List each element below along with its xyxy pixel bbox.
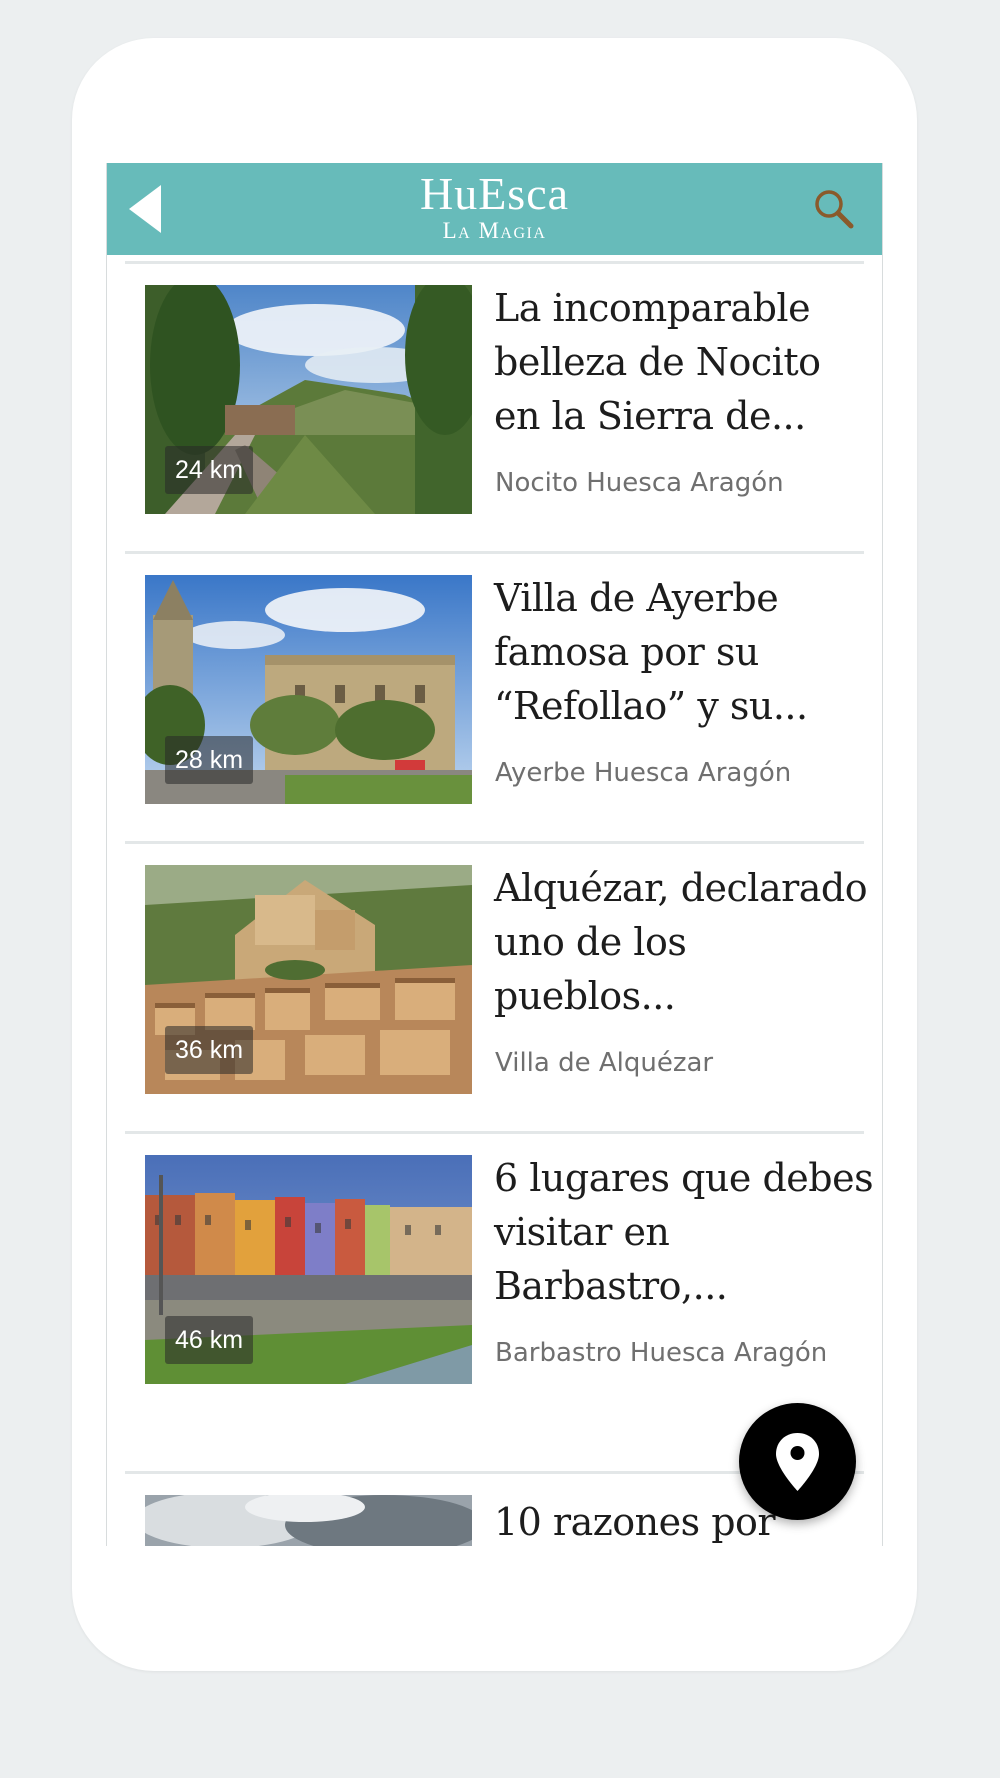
article-location: Barbastro Huesca Aragón (495, 1338, 828, 1368)
article-thumbnail: 24 km (145, 285, 472, 514)
search-button[interactable] (810, 185, 858, 233)
distance-badge: 24 km (165, 446, 254, 494)
article-location: Villa de Alquézar (495, 1048, 714, 1078)
list-divider (125, 551, 864, 554)
map-location-button[interactable] (739, 1403, 856, 1520)
article-title: Alquézar, declarado uno de los pueblos..… (494, 866, 868, 1018)
article-thumbnail: 46 km (145, 1155, 472, 1384)
article-title: 6 lugares que debes visitar en Barbastro… (494, 1156, 874, 1308)
article-title: La incomparable belleza de Nocito en la … (494, 286, 821, 438)
app-header: HuEsca La Magia (107, 163, 882, 255)
article-location: Nocito Huesca Aragón (495, 468, 784, 498)
list-divider (125, 1131, 864, 1134)
list-item[interactable]: 28 km Villa de Ayerbe famosa por su “Ref… (107, 575, 882, 835)
app-screen: HuEsca La Magia 24 km La incomparable be… (106, 163, 883, 1546)
article-title: Villa de Ayerbe famosa por su “Refollao”… (494, 576, 808, 728)
article-thumbnail: 36 km (145, 865, 472, 1094)
logo-sub-text: La Magia (442, 218, 547, 243)
logo-main-text: HuEsca (419, 168, 570, 219)
article-thumbnail: 28 km (145, 575, 472, 804)
map-pin-icon (776, 1433, 819, 1491)
search-icon (815, 190, 854, 229)
list-divider (125, 841, 864, 844)
distance-badge: 36 km (165, 1026, 254, 1074)
article-location: Ayerbe Huesca Aragón (495, 758, 792, 788)
app-logo: HuEsca La Magia (107, 168, 882, 243)
list-divider (125, 261, 864, 264)
distance-badge: 28 km (165, 736, 254, 784)
distance-badge: 46 km (165, 1316, 254, 1364)
list-item[interactable]: 36 km Alquézar, declarado uno de los pue… (107, 865, 882, 1125)
article-thumbnail (145, 1495, 472, 1546)
list-item[interactable]: 24 km La incomparable belleza de Nocito … (107, 285, 882, 545)
